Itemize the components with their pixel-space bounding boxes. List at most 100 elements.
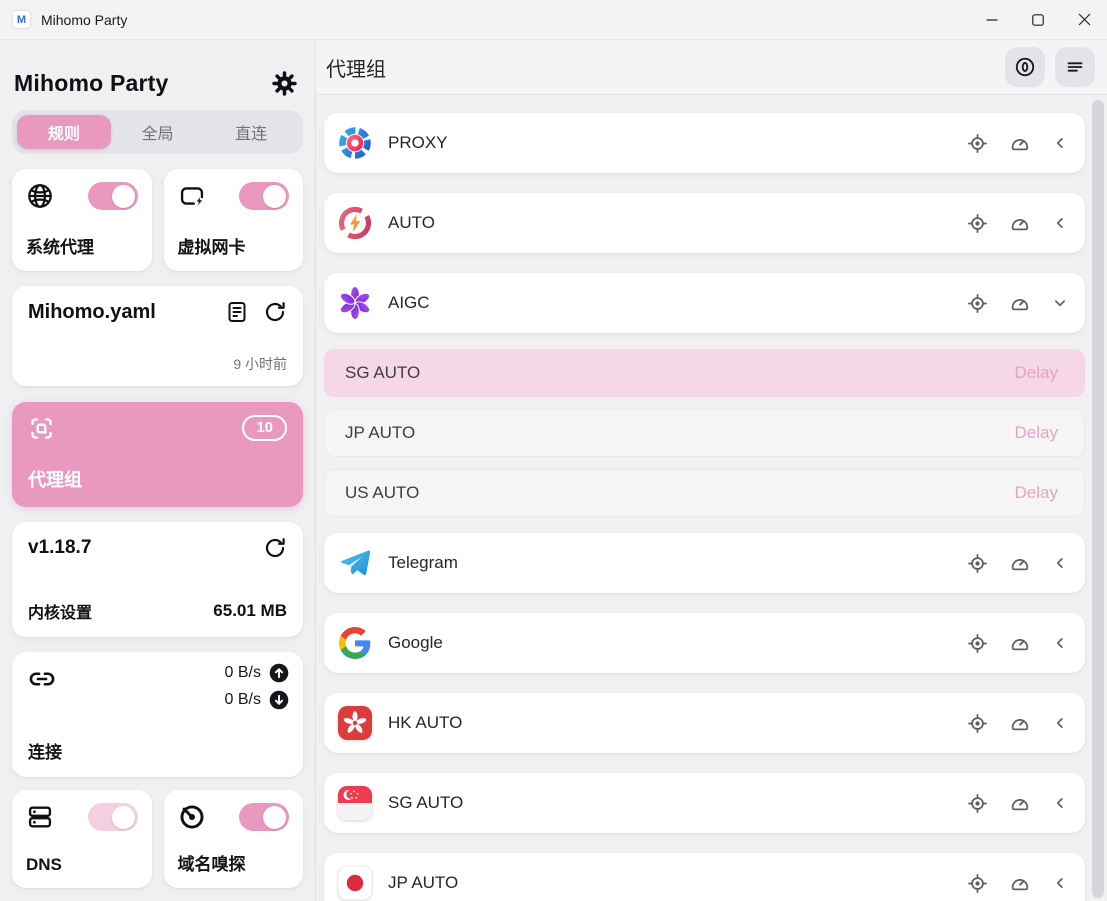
expand-button[interactable] (1051, 714, 1069, 732)
expand-button[interactable] (1051, 634, 1069, 652)
proxy-groups-page: 代理组 (316, 40, 1107, 901)
core-card[interactable]: v1.18.7 内核设置 65.01 MB (12, 522, 303, 637)
expand-button[interactable] (1051, 794, 1069, 812)
delay-test-button[interactable] (1009, 293, 1030, 314)
group-row-sg-auto[interactable]: SG AUTO (324, 773, 1085, 833)
sg-flag-icon (337, 785, 373, 821)
dns-label: DNS (26, 855, 138, 875)
tun-card[interactable]: 虚拟网卡 (164, 169, 304, 271)
dns-toggle[interactable] (88, 803, 138, 831)
system-proxy-toggle[interactable] (88, 182, 138, 210)
delay-button[interactable]: Delay (1015, 423, 1058, 443)
delay-test-button[interactable] (1009, 133, 1030, 154)
tun-label: 虚拟网卡 (178, 233, 290, 258)
profile-updated-time: 9 小时前 (28, 354, 287, 374)
expand-button[interactable] (1051, 554, 1069, 572)
tun-toggle[interactable] (239, 182, 289, 210)
outbound-mode-tabs: 规则 全局 直连 (12, 110, 303, 154)
google-logo-icon (337, 625, 373, 661)
proxy-groups-card[interactable]: 10 代理组 (12, 402, 303, 507)
proxy-groups-label: 代理组 (28, 466, 287, 492)
system-proxy-label: 系统代理 (26, 233, 138, 258)
settings-button[interactable] (267, 66, 301, 100)
link-icon (28, 665, 56, 693)
delay-test-button[interactable] (1009, 633, 1030, 654)
locate-button[interactable] (967, 133, 988, 154)
group-name: HK AUTO (388, 713, 967, 733)
locate-button[interactable] (967, 713, 988, 734)
delay-button[interactable]: Delay (1015, 483, 1058, 503)
system-proxy-card[interactable]: 系统代理 (12, 169, 152, 271)
group-name: PROXY (388, 133, 967, 153)
group-row-jp-auto[interactable]: JP AUTO (324, 853, 1085, 901)
locate-button[interactable] (967, 873, 988, 894)
node-row[interactable]: SG AUTO Delay (324, 349, 1085, 397)
delay-test-button[interactable] (1009, 213, 1030, 234)
locate-button[interactable] (967, 553, 988, 574)
maximize-button[interactable] (1015, 0, 1061, 40)
group-row-hk-auto[interactable]: HK AUTO (324, 693, 1085, 753)
expand-button[interactable] (1051, 134, 1069, 152)
chevron-left-icon (1051, 874, 1069, 892)
app-title: Mihomo Party (41, 12, 127, 28)
group-row-auto[interactable]: AUTO (324, 193, 1085, 253)
profile-file-button[interactable] (225, 300, 249, 324)
group-row-google[interactable]: Google (324, 613, 1085, 673)
circle-zero-icon (1014, 56, 1036, 78)
locate-button[interactable] (967, 793, 988, 814)
group-row-aigc[interactable]: AIGC (324, 273, 1085, 333)
core-version: v1.18.7 (28, 537, 91, 559)
node-name: US AUTO (345, 483, 419, 503)
delay-test-button[interactable] (1009, 713, 1030, 734)
core-refresh-button[interactable] (263, 536, 287, 560)
titlebar: M Mihomo Party (0, 0, 1107, 40)
upload-speed: 0 B/s (225, 664, 261, 682)
profile-refresh-button[interactable] (263, 300, 287, 324)
sniffer-label: 域名嗅探 (178, 850, 290, 875)
group-row-telegram[interactable]: Telegram (324, 533, 1085, 593)
close-button[interactable] (1061, 0, 1107, 40)
sniffer-icon (178, 803, 206, 831)
profile-card[interactable]: Mihomo.yaml (12, 286, 303, 386)
connections-card[interactable]: 0 B/s 0 B/s 连接 (12, 652, 303, 777)
tab-global[interactable]: 全局 (111, 115, 205, 149)
tab-rule[interactable]: 规则 (17, 115, 111, 149)
locate-button[interactable] (967, 293, 988, 314)
maximize-icon (1032, 14, 1044, 26)
delay-test-button[interactable] (1009, 873, 1030, 894)
sniffer-card[interactable]: 域名嗅探 (164, 790, 304, 888)
dns-card[interactable]: DNS (12, 790, 152, 888)
chevron-left-icon (1051, 634, 1069, 652)
expand-button[interactable] (1051, 214, 1069, 232)
telegram-logo-icon (337, 545, 373, 581)
node-row[interactable]: JP AUTO Delay (324, 409, 1085, 457)
scrollbar[interactable] (1092, 100, 1104, 898)
connections-label: 连接 (28, 738, 62, 763)
layout-button[interactable] (1055, 47, 1095, 87)
delay-test-button[interactable] (1009, 553, 1030, 574)
chevron-left-icon (1051, 794, 1069, 812)
delay-button[interactable]: Delay (1015, 363, 1058, 383)
gauge-icon (1009, 793, 1030, 814)
chevron-left-icon (1051, 714, 1069, 732)
locate-button[interactable] (967, 633, 988, 654)
locate-button[interactable] (967, 213, 988, 234)
delay-display-button[interactable] (1005, 47, 1045, 87)
node-name: JP AUTO (345, 423, 415, 443)
gauge-icon (1009, 713, 1030, 734)
minimize-button[interactable] (969, 0, 1015, 40)
group-name: SG AUTO (388, 793, 967, 813)
upload-icon (269, 663, 289, 683)
sniffer-toggle[interactable] (239, 803, 289, 831)
tab-direct[interactable]: 直连 (204, 115, 298, 149)
scrollbar-thumb[interactable] (1092, 100, 1104, 898)
lines-icon (1064, 56, 1086, 78)
profile-name: Mihomo.yaml (28, 301, 156, 324)
sidebar-title: Mihomo Party (14, 70, 168, 97)
expand-button[interactable] (1051, 874, 1069, 892)
collapse-button[interactable] (1051, 294, 1069, 312)
delay-test-button[interactable] (1009, 793, 1030, 814)
gauge-icon (1009, 553, 1030, 574)
node-row[interactable]: US AUTO Delay (324, 469, 1085, 517)
group-row-proxy[interactable]: PROXY (324, 113, 1085, 173)
